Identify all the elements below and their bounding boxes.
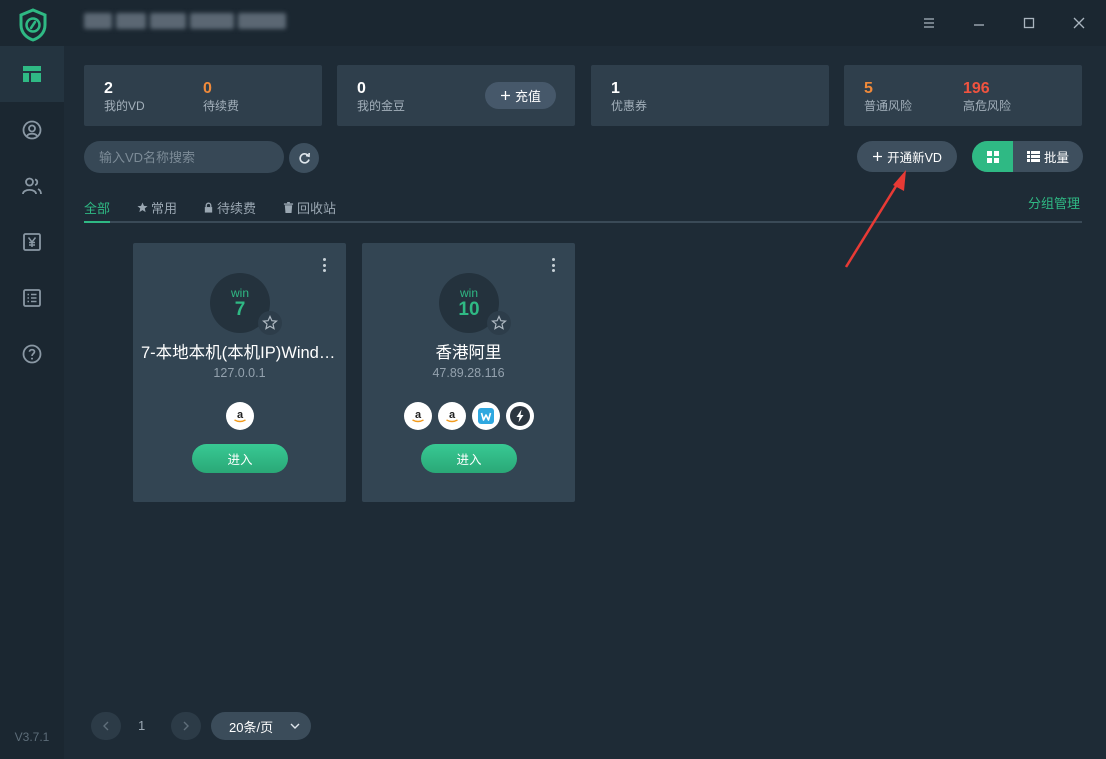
stat-card-risk: 5 普通风险 196 高危风险 (844, 65, 1082, 126)
vd-name: 7-本地本机(本机IP)Windows (141, 344, 338, 362)
sidebar-item-team[interactable] (0, 158, 64, 214)
stat-gold-beans: 0 我的金豆 (357, 80, 406, 113)
enter-button[interactable]: 进入 (192, 444, 288, 473)
stat-high-risk[interactable]: 196 高危风险 (963, 80, 1011, 114)
filter-tabs: 全部 常用 待续费 回收站 分组管理 (84, 193, 1082, 223)
menu-button[interactable] (914, 8, 944, 38)
view-toggle: 批量 (972, 141, 1083, 172)
layout-icon (23, 66, 41, 82)
sidebar-item-account[interactable] (0, 102, 64, 158)
stat-my-vd[interactable]: 2 我的VD (104, 80, 145, 114)
vd-name: 香港阿里 (435, 344, 502, 362)
chevron-down-icon (290, 723, 300, 729)
minimize-icon (974, 24, 984, 26)
page-size-select[interactable]: 20条/页 (211, 712, 311, 740)
sidebar-item-billing[interactable] (0, 214, 64, 270)
tab-pending-renewal[interactable]: 待续费 (203, 193, 256, 222)
refresh-button[interactable] (289, 143, 319, 173)
minimize-button[interactable] (964, 8, 994, 38)
platform-list: a (133, 402, 346, 430)
refresh-icon (298, 152, 310, 164)
annotation-arrow (844, 170, 906, 268)
more-options-icon[interactable] (319, 257, 329, 273)
platform-list: a a (362, 402, 575, 430)
close-button[interactable] (1064, 8, 1094, 38)
more-options-icon[interactable] (548, 257, 558, 273)
wish-icon (471, 402, 500, 430)
next-page-button[interactable] (171, 712, 201, 740)
vd-card: win 7 7-本地本机(本机IP)Windows 127.0.0.1 a 进入 (133, 243, 346, 502)
sidebar-item-vd-list[interactable] (0, 46, 64, 102)
amazon-icon: a (225, 402, 254, 430)
maximize-button[interactable] (1014, 8, 1044, 38)
trash-icon (283, 202, 294, 213)
help-icon (22, 344, 42, 364)
star-icon (137, 202, 148, 213)
svg-text:a: a (236, 409, 243, 421)
vd-ip: 127.0.0.1 (213, 366, 266, 380)
plus-icon (873, 152, 883, 161)
sidebar-item-help[interactable] (0, 326, 64, 382)
prev-page-button[interactable] (91, 712, 121, 740)
maximize-icon (1023, 17, 1035, 29)
user-circle-icon (22, 120, 42, 140)
blurred-account-title (84, 13, 286, 29)
vd-ip: 47.89.28.116 (432, 366, 505, 380)
enter-button[interactable]: 进入 (421, 444, 517, 473)
grid-icon (986, 150, 999, 163)
chevron-left-icon (103, 721, 109, 731)
shopline-icon (505, 402, 534, 430)
lock-icon (204, 202, 213, 213)
batch-view-button[interactable]: 批量 (1013, 141, 1083, 172)
stat-normal-risk[interactable]: 5 普通风险 (864, 80, 912, 114)
stat-coupons: 1 优惠券 (611, 80, 648, 113)
title-bar (64, 0, 1106, 46)
search-input[interactable] (84, 141, 284, 173)
yen-icon (23, 233, 41, 251)
grid-view-button[interactable] (972, 141, 1013, 172)
amazon-icon: a (437, 402, 466, 430)
chevron-right-icon (183, 721, 189, 731)
amazon-icon: a (403, 402, 432, 430)
svg-text:a: a (414, 409, 421, 421)
tab-all[interactable]: 全部 (84, 193, 111, 223)
current-page[interactable]: 1 (138, 718, 145, 733)
stat-card-vd: 2 我的VD 0 待续费 (84, 65, 322, 126)
close-icon (1073, 17, 1085, 29)
users-icon (22, 177, 42, 195)
menu-icon (924, 18, 934, 28)
list-icon (23, 289, 41, 307)
svg-text:a: a (448, 409, 455, 421)
favorite-star-icon[interactable] (258, 311, 282, 335)
stat-card-coupons[interactable]: 1 优惠券 (591, 65, 829, 126)
app-logo (18, 8, 48, 42)
favorite-star-icon[interactable] (487, 311, 511, 335)
stat-pending-renewal[interactable]: 0 待续费 (203, 80, 239, 114)
tab-favorites[interactable]: 常用 (137, 193, 177, 222)
group-manage-link[interactable]: 分组管理 (1028, 193, 1080, 211)
app-version: V3.7.1 (14, 730, 50, 744)
stat-card-gold: 0 我的金豆 充值 (337, 65, 575, 126)
plus-icon (500, 91, 510, 100)
vd-card: win 10 香港阿里 47.89.28.116 a a 进入 (362, 243, 575, 502)
sidebar-item-logs[interactable] (0, 270, 64, 326)
tab-recycle-bin[interactable]: 回收站 (283, 193, 336, 222)
sidebar: V3.7.1 (0, 0, 64, 759)
table-icon (1026, 151, 1040, 162)
recharge-button[interactable]: 充值 (485, 82, 556, 109)
